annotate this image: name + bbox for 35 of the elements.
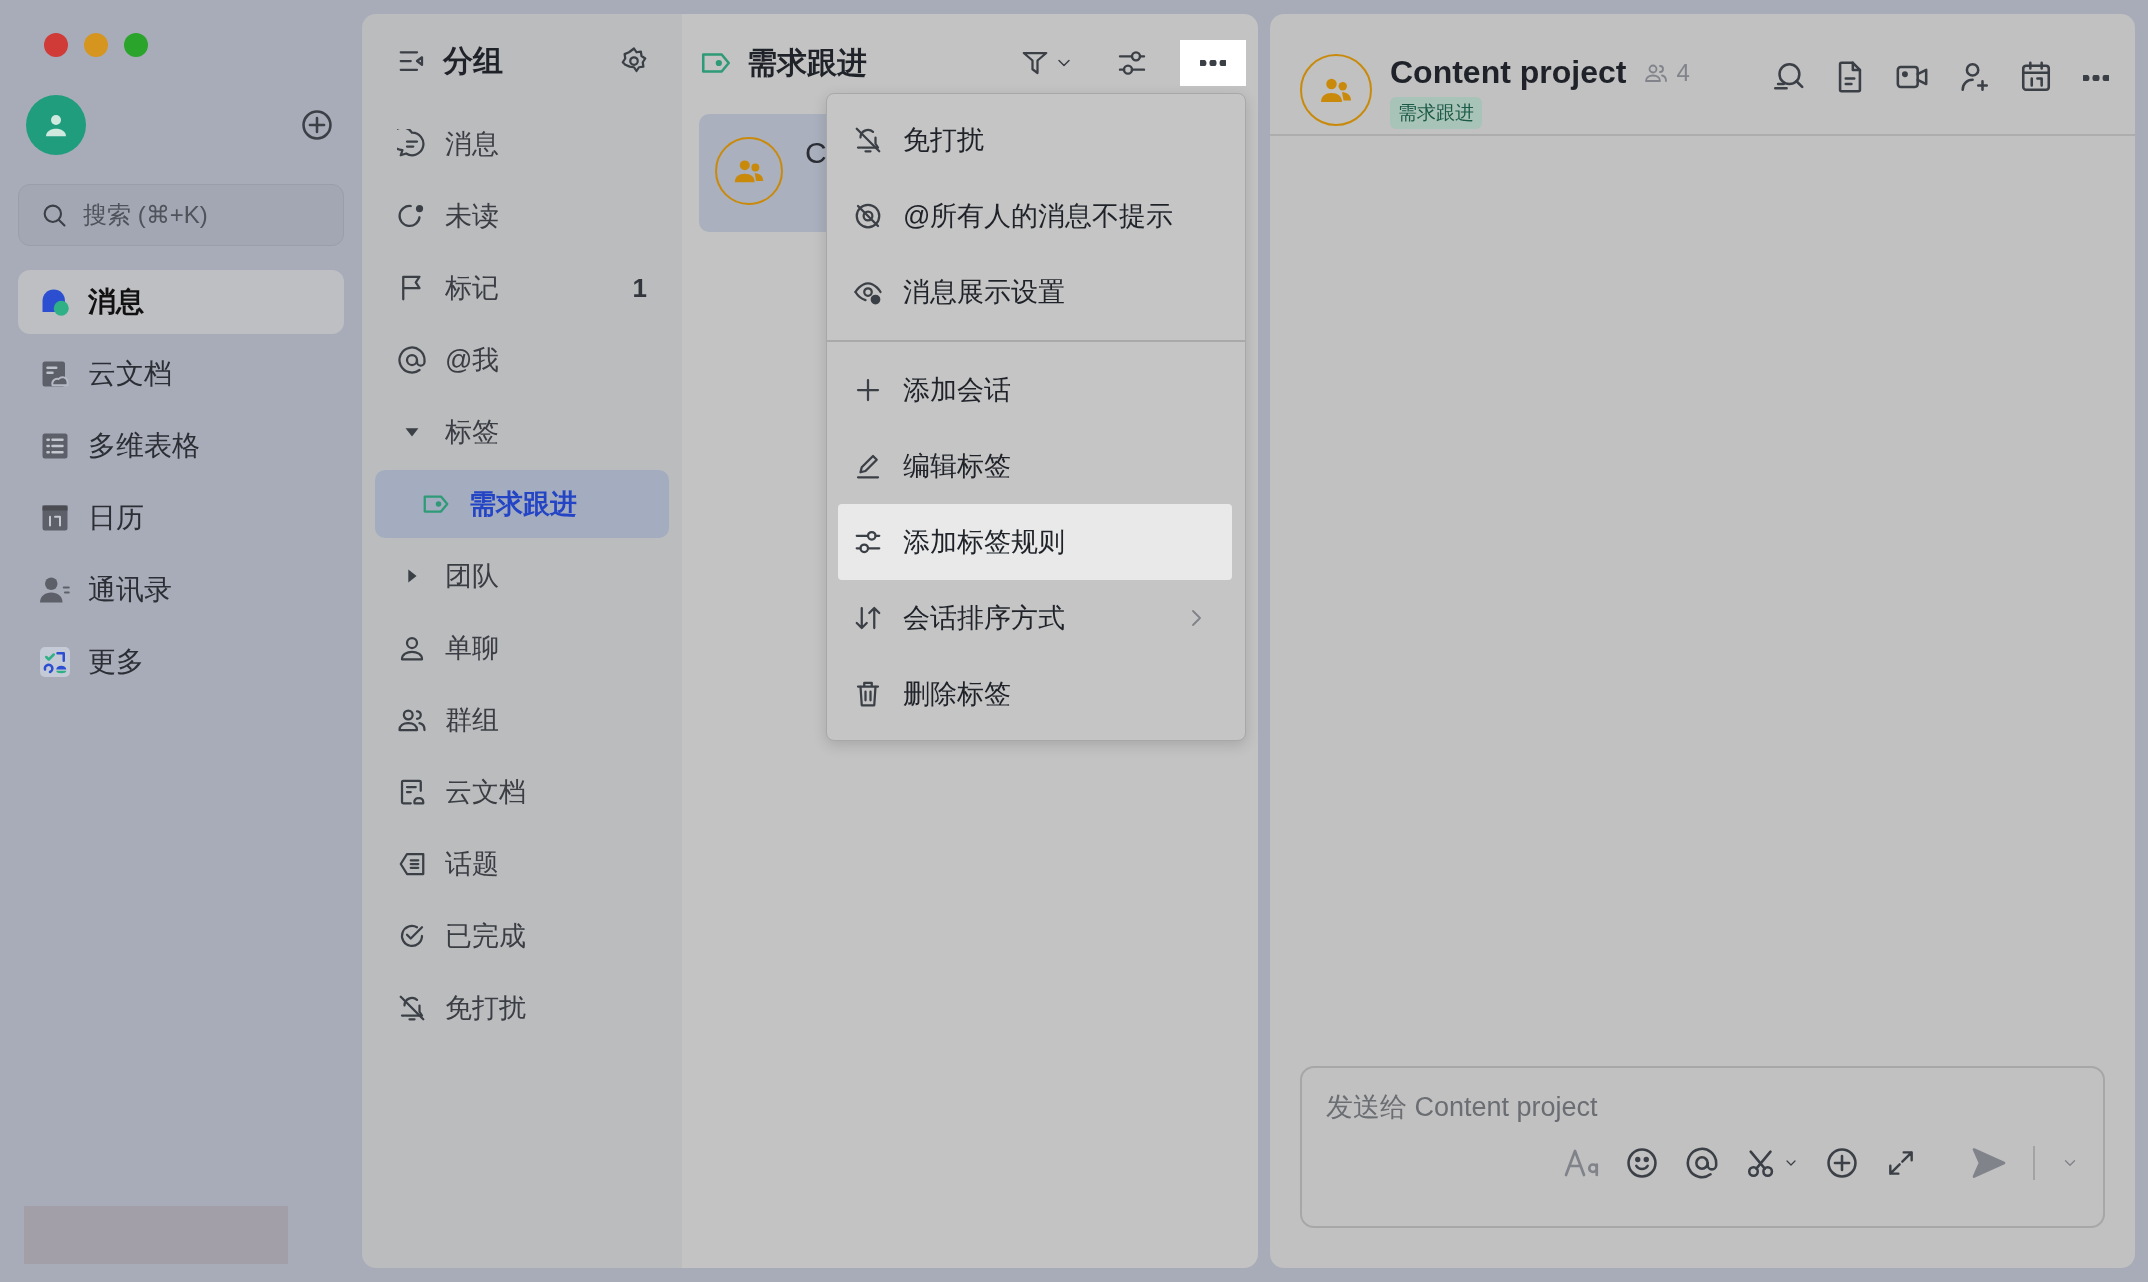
menu-item[interactable]: 消息展示设置: [838, 254, 1232, 330]
nav-item[interactable]: 日历: [18, 486, 344, 550]
group-item[interactable]: 话题: [375, 828, 669, 900]
unread-count: 1: [632, 272, 647, 304]
menu-item[interactable]: @所有人的消息不提示: [838, 178, 1232, 254]
group-folder[interactable]: 团队: [375, 540, 669, 612]
group-item[interactable]: 已完成: [375, 900, 669, 972]
nav-item[interactable]: 更多: [18, 630, 344, 694]
chat-title: Content project: [1390, 54, 1627, 91]
group-item[interactable]: 未读: [375, 180, 669, 252]
list-title: 需求跟进: [747, 44, 867, 81]
menu-item[interactable]: 添加标签规则: [838, 504, 1232, 580]
group-folder[interactable]: 标签: [375, 396, 669, 468]
member-count: 4: [1676, 58, 1690, 87]
menu-item[interactable]: 添加会话: [838, 352, 1232, 428]
nav-item[interactable]: 多维表格: [18, 414, 344, 478]
nav-item[interactable]: 云文档: [18, 342, 344, 406]
group-item[interactable]: 消息: [375, 108, 669, 180]
search-field[interactable]: 搜索 (⌘+K): [18, 184, 344, 246]
group-item[interactable]: 群组: [375, 684, 669, 756]
menu-item[interactable]: 删除标签: [838, 656, 1232, 732]
chat-tag: 需求跟进: [1390, 97, 1482, 129]
group-item[interactable]: 免打扰: [375, 972, 669, 1044]
group-item[interactable]: 单聊: [375, 612, 669, 684]
menu-item[interactable]: 免打扰: [838, 102, 1232, 178]
menu-item[interactable]: 会话排序方式: [838, 580, 1232, 656]
message-field[interactable]: 发送给 Content project: [1326, 1092, 1926, 1123]
menu-item[interactable]: 编辑标签: [838, 428, 1232, 504]
nav-item[interactable]: 通讯录: [18, 558, 344, 622]
group-item[interactable]: 需求跟进: [375, 470, 669, 538]
group-item[interactable]: @我: [375, 324, 669, 396]
panel-title: 分组: [443, 42, 503, 79]
nav-item[interactable]: 消息: [18, 270, 344, 334]
group-item[interactable]: 标记 1: [375, 252, 669, 324]
group-item[interactable]: 云文档: [375, 756, 669, 828]
